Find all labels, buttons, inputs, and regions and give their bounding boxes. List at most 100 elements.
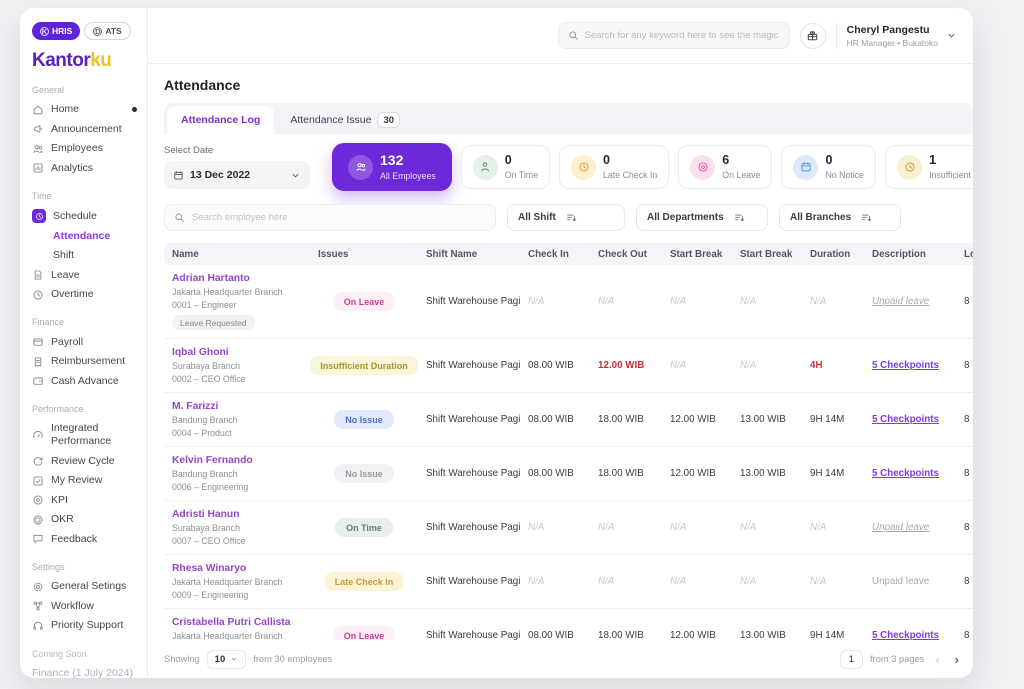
sidebar-item-home[interactable]: Home bbox=[32, 100, 137, 120]
sidebar-item-my-review[interactable]: My Review bbox=[32, 471, 137, 491]
description-cell: Unpaid leave bbox=[864, 576, 956, 587]
employee-branch: Bandung Branch bbox=[172, 469, 302, 479]
sidebar-item-priority-support[interactable]: Priority Support bbox=[32, 616, 137, 636]
prev-page-button[interactable]: ‹ bbox=[931, 653, 943, 666]
table-row: M. FarizziBandung Branch0004 – ProductNo… bbox=[164, 393, 973, 447]
duration-cell: 9H 14M bbox=[802, 414, 864, 425]
sidebar-item-workflow[interactable]: Workflow bbox=[32, 597, 137, 617]
stat-card-no-notice[interactable]: 0No Notice bbox=[781, 145, 876, 189]
sidebar-item-feedback[interactable]: Feedback bbox=[32, 530, 137, 550]
stat-card-on-leave[interactable]: 6On Leave bbox=[678, 145, 772, 189]
tab-attendance-issue[interactable]: Attendance Issue30 bbox=[276, 106, 414, 134]
sidebar-item-analytics[interactable]: Analytics bbox=[32, 159, 137, 179]
tab-attendance-log[interactable]: Attendance Log bbox=[167, 106, 274, 134]
sidebar-item-shift[interactable]: Shift bbox=[32, 246, 137, 266]
employee-name-link[interactable]: Kelvin Fernando bbox=[172, 455, 302, 466]
product-pill-label: HRIS bbox=[52, 26, 72, 36]
date-picker[interactable]: 13 Dec 2022 bbox=[164, 161, 310, 189]
sidebar-item-announcement[interactable]: Announcement bbox=[32, 120, 137, 140]
description-link[interactable]: 5 Checkpoints bbox=[872, 414, 939, 425]
sidebar-item-kpi[interactable]: KPI bbox=[32, 491, 137, 511]
employee-name-link[interactable]: Cristabella Putri Callista bbox=[172, 617, 302, 628]
sidebar-item-general-setings[interactable]: General Setings bbox=[32, 577, 137, 597]
overtime-icon bbox=[32, 289, 44, 301]
filter-row: All Shift All Departments All Branches bbox=[164, 204, 973, 231]
product-pill-ats[interactable]: DATS bbox=[84, 22, 130, 40]
tab-label: Attendance Log bbox=[181, 114, 260, 126]
stat-label: On Time bbox=[505, 170, 538, 180]
shift-name-cell: Shift Warehouse Pagi bbox=[418, 296, 520, 307]
user-role: HR Manager • Bukatoko bbox=[847, 38, 938, 48]
sidebar-item-cash-advance[interactable]: Cash Advance bbox=[32, 371, 137, 391]
issue-cell: On Leave bbox=[310, 292, 418, 311]
sidebar-item-leave[interactable]: Leave bbox=[32, 265, 137, 285]
stat-card-late-check-in[interactable]: 0Late Check In bbox=[559, 145, 669, 189]
sidebar-item-label: Finance (1 July 2024) bbox=[32, 667, 133, 678]
sidebar-item-employees[interactable]: Employees bbox=[32, 139, 137, 159]
chevron-down-icon bbox=[230, 655, 238, 663]
description-link[interactable]: Unpaid leave bbox=[872, 296, 929, 307]
cell-value: N/A bbox=[598, 576, 614, 587]
sidebar-item-okr[interactable]: OKR bbox=[32, 510, 137, 530]
employee-name-link[interactable]: M. Farizzi bbox=[172, 401, 302, 412]
sidebar-item-label: Payroll bbox=[51, 336, 83, 349]
dropdown-all-departments[interactable]: All Departments bbox=[636, 204, 768, 231]
current-page-box[interactable]: 1 bbox=[840, 650, 863, 669]
stat-card-insufficient-duration[interactable]: 1Insufficient Duration bbox=[885, 145, 973, 189]
employee-name-link[interactable]: Adrian Hartanto bbox=[172, 273, 302, 284]
stat-label: Late Check In bbox=[603, 170, 657, 180]
description-link[interactable]: 5 Checkpoints bbox=[872, 360, 939, 371]
analytics-icon bbox=[32, 162, 44, 174]
stat-text: 0Late Check In bbox=[603, 154, 657, 180]
dropdown-all-branches[interactable]: All Branches bbox=[779, 204, 901, 231]
showing-label: Showing bbox=[164, 654, 200, 664]
product-pill-hris[interactable]: KHRIS bbox=[32, 22, 80, 40]
sidebar-item-reimbursement[interactable]: Reimbursement bbox=[32, 352, 137, 372]
global-search-input[interactable] bbox=[585, 30, 780, 41]
sidebar-item-integrated-performance[interactable]: Integrated Performance bbox=[32, 419, 137, 452]
sidebar-item-attendance[interactable]: Attendance bbox=[32, 226, 137, 246]
sidebar-item-finance-1-july-2024[interactable]: Finance (1 July 2024) bbox=[32, 664, 137, 679]
employee-position: 0002 – CEO Office bbox=[172, 374, 302, 384]
sidebar-item-schedule[interactable]: Schedule bbox=[32, 206, 137, 226]
feedback-icon bbox=[32, 533, 44, 545]
employee-search-input[interactable] bbox=[192, 212, 486, 223]
check-out-cell: 18.00 WIB bbox=[590, 630, 662, 640]
description-link[interactable]: Unpaid leave bbox=[872, 522, 929, 533]
filter-icon bbox=[734, 212, 745, 223]
stat-card-on-time[interactable]: 0On Time bbox=[461, 145, 550, 189]
sidebar-item-review-cycle[interactable]: Review Cycle bbox=[32, 452, 137, 472]
description-link[interactable]: 5 Checkpoints bbox=[872, 630, 939, 640]
per-page-select[interactable]: 10 bbox=[207, 650, 247, 669]
log-cell: 8 D bbox=[956, 630, 973, 640]
sidebar-item-label: Home bbox=[51, 103, 79, 116]
tab-badge: 30 bbox=[377, 112, 400, 128]
cell-value: N/A bbox=[528, 522, 544, 533]
issue-badge: Insufficient Duration bbox=[310, 356, 418, 375]
per-page-value: 10 bbox=[215, 654, 226, 665]
check-in-cell: 08.00 WIB bbox=[520, 630, 590, 640]
user-name: Cheryl Pangestu bbox=[847, 24, 938, 36]
all-employees-icon bbox=[348, 155, 373, 180]
sidebar-item-label: Review Cycle bbox=[51, 455, 115, 468]
description-link[interactable]: 5 Checkpoints bbox=[872, 468, 939, 479]
late-check-in-icon bbox=[571, 155, 596, 180]
table-row: Rhesa WinaryoJakarta Headquarter Branch0… bbox=[164, 555, 973, 609]
dropdown-all-shift[interactable]: All Shift bbox=[507, 204, 625, 231]
col-header-start-break-5: Start Break bbox=[662, 249, 732, 260]
stat-card-all-employees[interactable]: 132All Employees bbox=[332, 143, 452, 191]
employee-name-link[interactable]: Iqbal Ghoni bbox=[172, 347, 302, 358]
employee-name-link[interactable]: Adristi Hanun bbox=[172, 509, 302, 520]
stat-value: 1 bbox=[929, 154, 973, 168]
sidebar-item-label: KPI bbox=[51, 494, 68, 507]
shift-name-cell: Shift Warehouse Pagi bbox=[418, 468, 520, 479]
next-page-button[interactable]: › bbox=[951, 653, 963, 666]
gift-button[interactable] bbox=[800, 23, 826, 49]
sidebar-item-overtime[interactable]: Overtime bbox=[32, 285, 137, 305]
user-menu[interactable]: Cheryl Pangestu HR Manager • Bukatoko bbox=[847, 24, 961, 48]
check-in-cell: N/A bbox=[520, 296, 590, 307]
employee-name-link[interactable]: Rhesa Winaryo bbox=[172, 563, 302, 574]
gift-icon bbox=[806, 29, 819, 42]
end-break-cell: 13.00 WIB bbox=[732, 630, 802, 640]
sidebar-item-payroll[interactable]: Payroll bbox=[32, 332, 137, 352]
